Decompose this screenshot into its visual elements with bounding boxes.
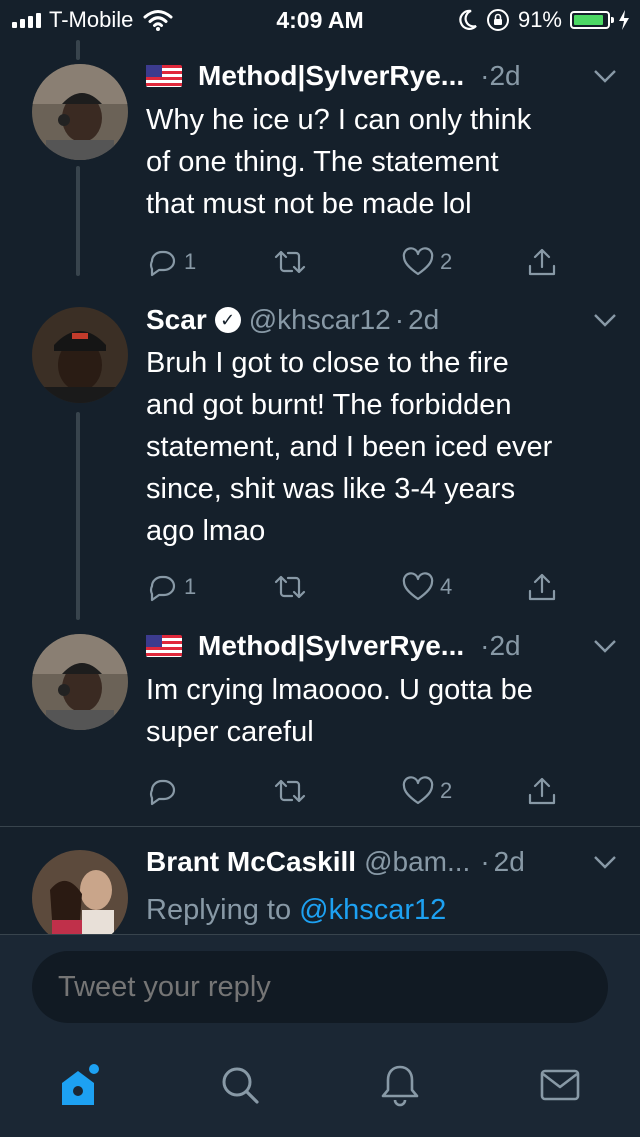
reply-count: 1 xyxy=(184,574,197,599)
tab-notifications[interactable] xyxy=(368,1053,432,1117)
share-button[interactable] xyxy=(526,769,558,813)
reply-count: 1 xyxy=(184,249,197,274)
tab-messages[interactable] xyxy=(528,1053,592,1117)
retweet-icon xyxy=(274,575,306,599)
like-button[interactable]: 4 xyxy=(402,565,452,609)
replying-to-label: Replying to xyxy=(146,894,292,926)
retweet-button[interactable] xyxy=(272,769,314,813)
tweet-text-line: statement, and I been iced ever xyxy=(146,431,553,463)
thread-line xyxy=(76,40,80,60)
avatar[interactable] xyxy=(32,307,128,403)
tab-bar xyxy=(0,1053,640,1137)
mention-link[interactable]: @khscar12 xyxy=(299,894,446,926)
share-icon xyxy=(528,248,556,276)
tweet-actions: 2 xyxy=(146,769,586,813)
share-button[interactable] xyxy=(526,240,558,284)
tweet-actions: 1 2 xyxy=(146,240,586,284)
heart-icon xyxy=(402,572,434,601)
replying-to-line: Replying to @khscar12 xyxy=(146,889,620,931)
tweet-text-line: Bruh I got to close to the fire xyxy=(146,347,509,379)
tab-home[interactable] xyxy=(48,1053,112,1117)
tweet-text-line: Why he ice u? I can only think xyxy=(146,104,532,136)
like-button[interactable]: 2 xyxy=(402,240,452,284)
separator: · xyxy=(480,60,490,91)
retweet-button[interactable] xyxy=(272,240,314,284)
reply-composer-area xyxy=(0,934,640,1137)
divider xyxy=(0,826,640,827)
display-name[interactable]: Method|SylverRye... xyxy=(198,630,464,662)
us-flag-icon xyxy=(146,65,182,87)
reply-button[interactable] xyxy=(146,769,184,813)
reply-icon xyxy=(149,250,176,277)
moon-icon xyxy=(459,9,477,30)
mail-icon xyxy=(540,1069,580,1101)
heart-icon xyxy=(402,776,434,805)
avatar[interactable] xyxy=(32,850,128,946)
battery-icon xyxy=(570,11,614,29)
timestamp[interactable]: 2d xyxy=(494,846,525,878)
display-name[interactable]: Brant McCaskill xyxy=(146,846,356,878)
thread-line xyxy=(76,166,80,276)
timestamp[interactable]: 2d xyxy=(489,60,520,92)
tweet-header: Brant McCaskill @bam... · 2d xyxy=(146,842,620,882)
tweet-text: Why he ice u? I can only think of one th… xyxy=(146,99,620,225)
display-name[interactable]: Method|SylverRye... xyxy=(198,60,464,92)
share-button[interactable] xyxy=(526,565,558,609)
bell-icon xyxy=(381,1065,419,1107)
search-icon xyxy=(222,1067,259,1104)
charging-icon xyxy=(619,10,629,30)
share-icon xyxy=(528,777,556,805)
like-count: 4 xyxy=(440,574,453,599)
like-button[interactable]: 2 xyxy=(402,769,452,813)
tweet-text: Bruh I got to close to the fire and got … xyxy=(146,342,620,552)
thread-line xyxy=(76,412,80,620)
display-name[interactable]: Scar xyxy=(146,304,207,336)
chevron-down-icon[interactable] xyxy=(590,305,620,335)
tweet-text-line: and got burnt! The forbidden xyxy=(146,389,512,421)
us-flag-icon xyxy=(146,635,182,657)
tweet-text-line: super careful xyxy=(146,716,314,748)
reply-icon xyxy=(149,575,176,602)
tweet-reply-input[interactable] xyxy=(32,951,608,1023)
status-right: 91% xyxy=(458,6,630,34)
reply-button[interactable]: 1 xyxy=(146,565,196,609)
separator: · xyxy=(394,304,405,335)
handle[interactable]: @bam... xyxy=(364,846,470,878)
tweet-text-line: Im crying lmaoooo. U gotta be xyxy=(146,674,533,706)
handle[interactable]: @khscar12 xyxy=(249,304,391,336)
battery-percent: 91% xyxy=(517,7,562,32)
tweet-text-line: ago lmao xyxy=(146,515,266,547)
avatar[interactable] xyxy=(32,64,128,160)
status-bar: T-Mobile 4:09 AM 91% xyxy=(0,0,640,40)
timestamp[interactable]: 2d xyxy=(489,630,520,662)
tweet-actions: 1 4 xyxy=(146,565,586,609)
tweet-text-line: of one thing. The statement xyxy=(146,146,499,178)
avatar[interactable] xyxy=(32,634,128,730)
separator: · xyxy=(480,630,490,661)
rotation-lock-icon xyxy=(486,9,509,31)
like-count: 2 xyxy=(440,249,453,274)
tweet-header: Scar ✓ @khscar12 · 2d xyxy=(146,300,620,340)
chevron-down-icon[interactable] xyxy=(590,847,620,877)
tweet-text-line: that must not be made lol xyxy=(146,188,472,220)
tab-search[interactable] xyxy=(208,1053,272,1117)
tweet-text: Im crying lmaoooo. U gotta be super care… xyxy=(146,669,620,753)
retweet-button[interactable] xyxy=(272,565,314,609)
tweet-header: Method|SylverRye... · 2d xyxy=(146,626,620,666)
home-icon xyxy=(62,1064,99,1105)
separator: · xyxy=(480,846,490,877)
tweet-header: Method|SylverRye... · 2d xyxy=(146,56,620,96)
like-count: 2 xyxy=(440,778,453,803)
verified-badge-icon: ✓ xyxy=(214,307,241,333)
tweet-text-line: since, shit was like 3-4 years xyxy=(146,473,516,505)
chevron-down-icon[interactable] xyxy=(590,631,620,661)
retweet-icon xyxy=(274,779,306,803)
share-icon xyxy=(528,573,556,601)
heart-icon xyxy=(402,247,434,276)
retweet-icon xyxy=(274,250,306,274)
chevron-down-icon[interactable] xyxy=(590,61,620,91)
timestamp[interactable]: 2d xyxy=(408,304,439,336)
reply-button[interactable]: 1 xyxy=(146,240,196,284)
reply-icon xyxy=(149,779,176,806)
